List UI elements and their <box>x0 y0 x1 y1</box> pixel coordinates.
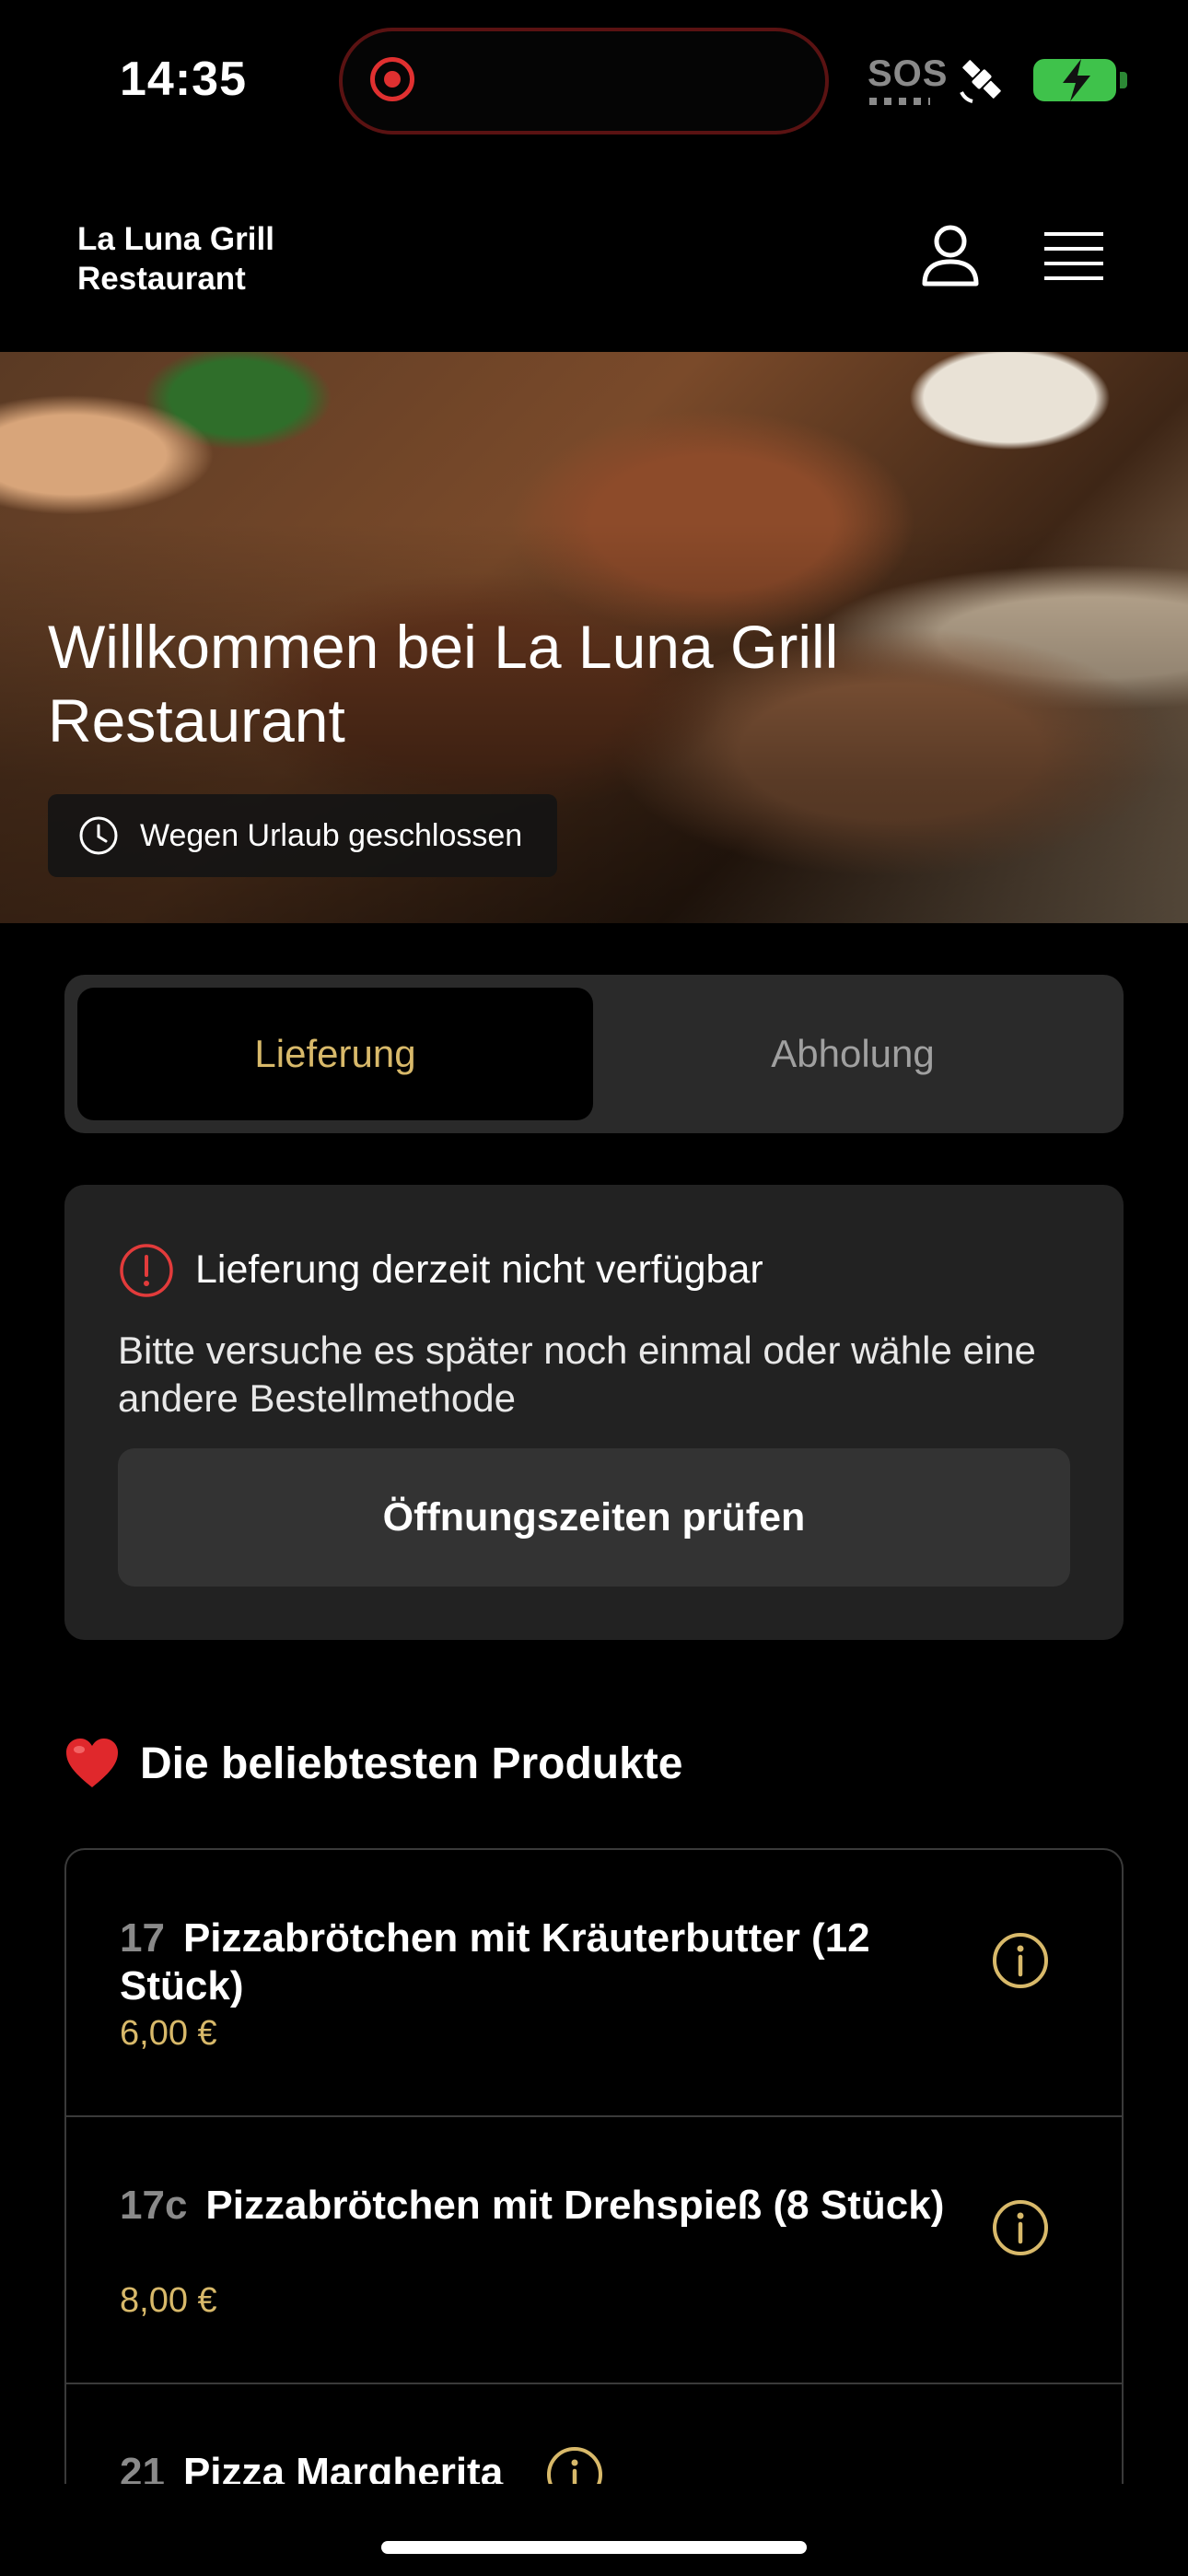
alert-circle-icon <box>120 1244 173 1297</box>
product-price: 6,00 € <box>120 2014 217 2053</box>
product-item[interactable]: 17c Pizzabrötchen mit Drehspieß (8 Stück)… <box>66 2117 1122 2384</box>
product-name: 21 Pizza Margherita <box>120 2449 503 2484</box>
product-item[interactable]: 17 Pizzabrötchen mit Kräuterbutter (12 St… <box>66 1850 1122 2117</box>
charging-bolt-icon <box>1063 59 1090 101</box>
info-icon[interactable] <box>991 1931 1050 1990</box>
clock-icon <box>79 816 118 855</box>
popular-section-title: Die beliebtesten Produkte <box>64 1738 682 1789</box>
product-number: 17c <box>120 2183 188 2228</box>
tab-delivery[interactable]: Lieferung <box>77 988 593 1120</box>
brand-line-2: Restaurant <box>77 261 246 297</box>
alert-message: Bitte versuche es später noch einmal ode… <box>118 1329 1036 1420</box>
popular-title-text: Die beliebtesten Produkte <box>140 1739 683 1788</box>
product-number: 17 <box>120 1915 165 1961</box>
product-name: 17 Pizzabrötchen mit Kräuterbutter (12 St… <box>120 1914 967 2010</box>
recording-indicator-icon <box>370 57 414 101</box>
tab-pickup[interactable]: Abholung <box>595 988 1111 1120</box>
hero-title: Willkommen bei La Luna Grill Restaurant <box>48 613 839 755</box>
product-title: Pizza Margherita <box>182 2450 504 2484</box>
battery-cap <box>1120 72 1127 88</box>
home-indicator[interactable] <box>381 2541 807 2554</box>
heart-icon <box>66 1739 118 1787</box>
signal-dots <box>869 98 930 105</box>
closed-status-badge: Wegen Urlaub geschlossen <box>48 794 558 877</box>
info-icon[interactable] <box>545 2445 604 2484</box>
menu-icon[interactable] <box>1042 228 1105 284</box>
restaurant-brand[interactable]: La Luna Grill Restaurant <box>77 219 274 299</box>
product-item[interactable]: 21 Pizza Margherita <box>66 2384 1122 2484</box>
closed-status-text: Wegen Urlaub geschlossen <box>140 817 523 853</box>
alert-title: Lieferung derzeit nicht verfügbar <box>195 1247 763 1292</box>
satellite-icon <box>960 60 1001 103</box>
status-time: 14:35 <box>120 53 247 106</box>
product-title: Pizzabrötchen mit Kräuterbutter (12 Stüc… <box>120 1915 870 2008</box>
info-icon[interactable] <box>991 2198 1050 2257</box>
user-icon[interactable] <box>914 219 987 293</box>
product-number: 21 <box>120 2450 165 2484</box>
product-title: Pizzabrötchen mit Drehspieß (8 Stück) <box>205 2183 945 2228</box>
brand-line-1: La Luna Grill <box>77 221 274 257</box>
bottom-safe-area <box>0 2484 1188 2576</box>
sos-indicator: SOS <box>868 53 949 94</box>
check-opening-hours-button[interactable]: Öffnungszeiten prüfen <box>118 1448 1070 1587</box>
popular-products-list: 17 Pizzabrötchen mit Kräuterbutter (12 St… <box>64 1848 1124 2484</box>
product-name: 17c Pizzabrötchen mit Drehspieß (8 Stück) <box>120 2182 967 2230</box>
product-price: 8,00 € <box>120 2281 217 2320</box>
